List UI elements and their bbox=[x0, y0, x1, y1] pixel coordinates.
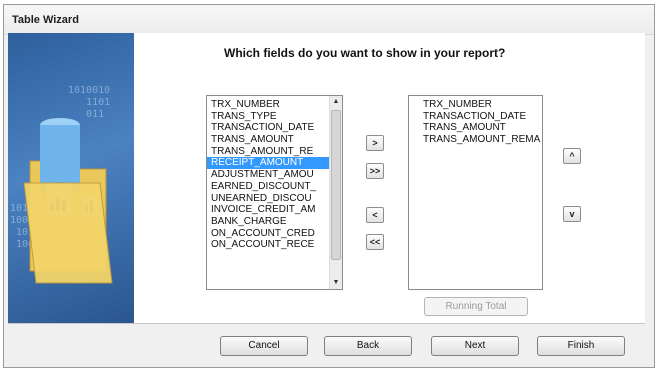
title-bar: Table Wizard bbox=[4, 5, 654, 35]
available-fields-scrollbar[interactable]: ▲ ▼ bbox=[329, 96, 342, 289]
add-all-fields-button[interactable]: >> bbox=[366, 163, 384, 179]
selected-fields-list[interactable]: TRX_NUMBER TRANSACTION_DATE TRANS_AMOUNT TR… bbox=[408, 95, 543, 290]
list-item[interactable]: ADJUSTMENT_AMOU bbox=[207, 169, 342, 181]
wizard-side-illustration: 1010010 1101 011 10101 0010 1001011 101 … bbox=[8, 33, 134, 323]
next-button[interactable]: Next bbox=[431, 336, 519, 356]
list-item[interactable]: RECEIPT_AMOUNT bbox=[207, 157, 342, 170]
available-fields-items: TRX_NUMBER TRANS_TYPE TRANSACTION_DATE TRAN… bbox=[207, 96, 342, 251]
list-item[interactable]: TRANS_TYPE bbox=[207, 111, 342, 123]
list-item[interactable]: UNEARNED_DISCOU bbox=[207, 193, 342, 205]
list-item[interactable]: EARNED_DISCOUNT_ bbox=[207, 181, 342, 193]
move-down-button[interactable]: v bbox=[563, 206, 581, 222]
list-item[interactable]: TRX_NUMBER bbox=[419, 99, 542, 111]
list-item[interactable]: TRANS_AMOUNT_REMA bbox=[419, 134, 542, 146]
list-item[interactable]: TRANS_AMOUNT bbox=[207, 134, 342, 146]
database-folder-icon bbox=[23, 118, 113, 284]
arrow-up-icon[interactable]: ▲ bbox=[330, 96, 342, 108]
window-title: Table Wizard bbox=[12, 14, 79, 26]
page-question: Which fields do you want to show in your… bbox=[224, 46, 506, 60]
footer-divider bbox=[8, 323, 645, 324]
list-item[interactable]: TRX_NUMBER bbox=[207, 99, 342, 111]
arrow-down-icon[interactable]: ▼ bbox=[330, 277, 342, 289]
running-total-button[interactable]: Running Total bbox=[424, 297, 528, 316]
move-up-button[interactable]: ^ bbox=[563, 148, 581, 164]
list-item[interactable]: TRANS_AMOUNT bbox=[419, 122, 542, 134]
list-item[interactable]: ON_ACCOUNT_CRED bbox=[207, 228, 342, 240]
remove-field-button[interactable]: < bbox=[366, 207, 384, 223]
available-fields-list[interactable]: TRX_NUMBER TRANS_TYPE TRANSACTION_DATE TRAN… bbox=[206, 95, 343, 290]
list-item[interactable]: TRANS_AMOUNT_RE bbox=[207, 146, 342, 158]
list-item[interactable]: BANK_CHARGE bbox=[207, 216, 342, 228]
list-item[interactable]: ON_ACCOUNT_RECE bbox=[207, 239, 342, 251]
finish-button[interactable]: Finish bbox=[537, 336, 625, 356]
back-button[interactable]: Back bbox=[324, 336, 412, 356]
selected-fields-items: TRX_NUMBER TRANSACTION_DATE TRANS_AMOUNT TR… bbox=[409, 96, 542, 146]
list-item[interactable]: TRANSACTION_DATE bbox=[207, 122, 342, 134]
add-field-button[interactable]: > bbox=[366, 135, 384, 151]
list-item[interactable]: TRANSACTION_DATE bbox=[419, 111, 542, 123]
list-item[interactable]: INVOICE_CREDIT_AM bbox=[207, 204, 342, 216]
remove-all-fields-button[interactable]: << bbox=[366, 234, 384, 250]
cancel-button[interactable]: Cancel bbox=[220, 336, 308, 356]
scroll-thumb[interactable] bbox=[331, 110, 341, 260]
